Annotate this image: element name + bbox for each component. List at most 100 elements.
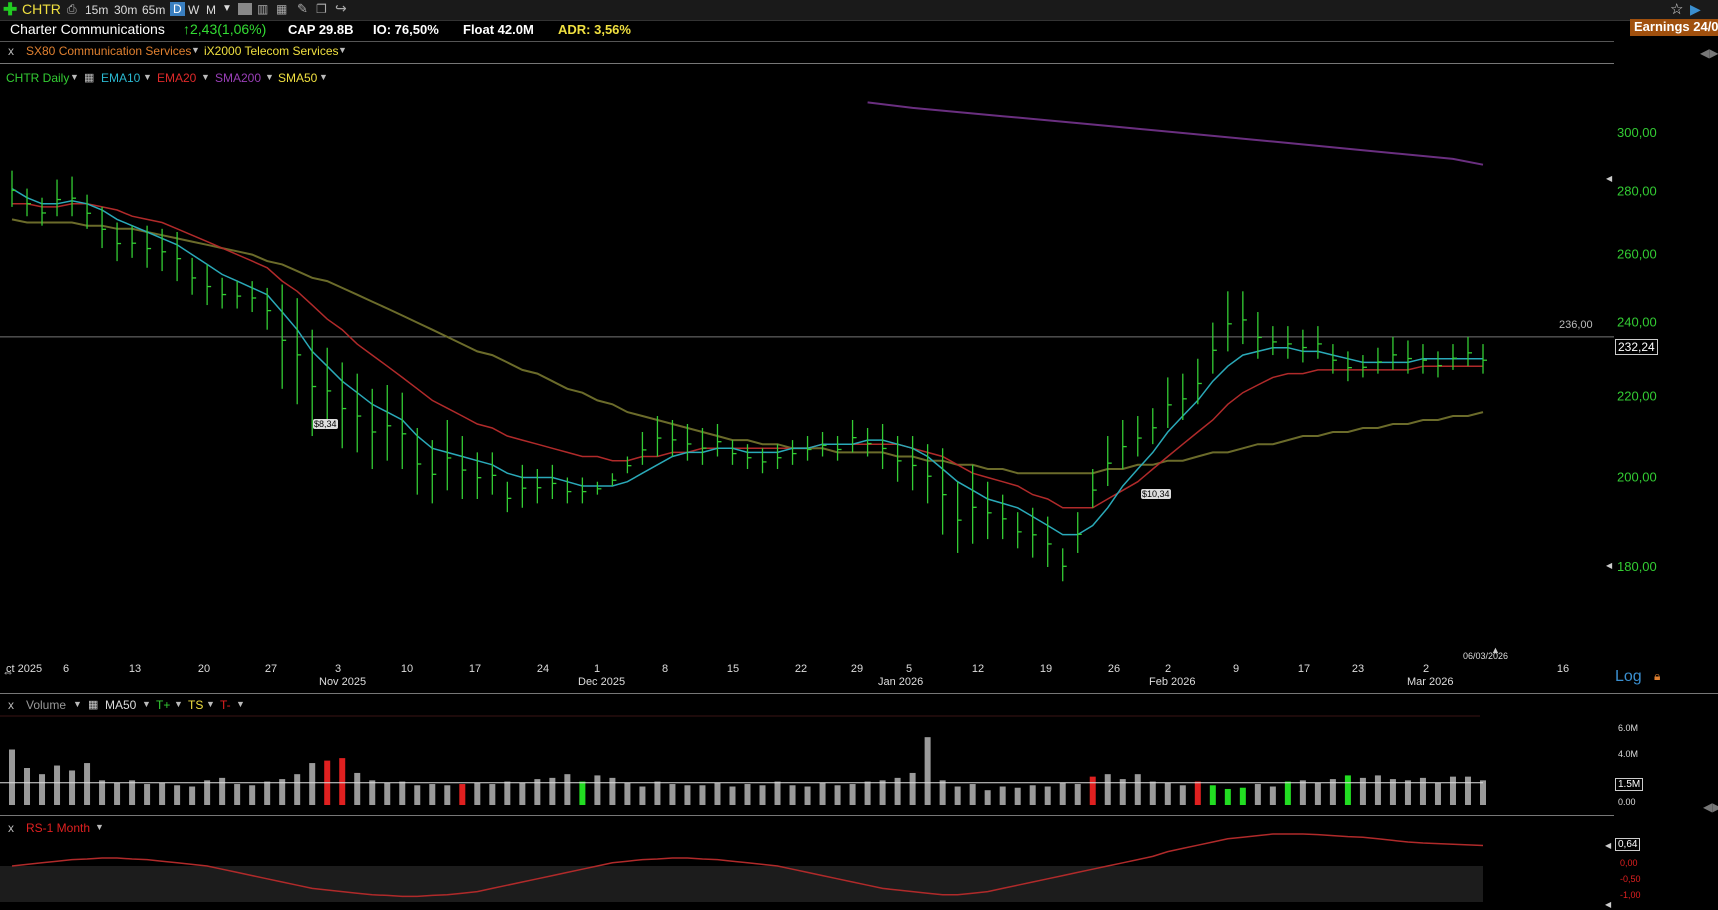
volume-bar	[804, 786, 811, 805]
volume-bar	[1104, 774, 1111, 805]
ma50-dropdown-icon[interactable]: ▼	[142, 699, 151, 709]
price-bar	[1467, 336, 1472, 367]
volume-bar	[954, 786, 961, 805]
price-axis-label: 180,00	[1617, 559, 1657, 574]
rs-axis-label: 0,00	[1620, 858, 1638, 868]
volume-bar	[24, 768, 31, 805]
volume-bar	[1314, 782, 1321, 805]
volume-bar	[129, 780, 136, 805]
rs-close-x[interactable]: x	[8, 821, 14, 835]
volume-bar	[684, 785, 691, 805]
volume-bar	[1209, 785, 1216, 805]
x-axis-day-label: 9	[1233, 663, 1239, 675]
x-axis-day-label: 6	[63, 663, 69, 675]
volume-bar	[609, 777, 616, 805]
volume-bar	[264, 781, 271, 805]
volume-expand-icon[interactable]: ◀▶	[1703, 800, 1718, 814]
volume-bar	[714, 782, 721, 805]
price-chart[interactable]: 300,00280,00260,00240,00220,00200,00180,…	[0, 0, 1718, 910]
volume-dropdown-icon[interactable]: ▼	[73, 699, 82, 709]
price-bar	[881, 423, 887, 470]
volume-bar	[339, 758, 346, 805]
price-bar	[56, 179, 62, 217]
volume-bar	[1434, 782, 1441, 805]
price-layer	[0, 101, 1614, 582]
rs-dropdown-icon[interactable]: ▼	[95, 822, 104, 832]
t-minus[interactable]: T-	[220, 698, 231, 712]
x-axis-day-label: 17	[469, 663, 481, 675]
t-plus-dropdown-icon[interactable]: ▼	[174, 699, 183, 709]
volume-ma50[interactable]: MA50	[105, 698, 136, 712]
zoom-arrows-icon[interactable]: ⇔	[2, 665, 14, 679]
expand-icon[interactable]: ◀▶	[1700, 46, 1718, 60]
price-bar	[1032, 507, 1037, 558]
price-bar	[596, 481, 602, 495]
sma50-line	[11, 218, 1484, 475]
price-bar	[326, 347, 332, 428]
ts[interactable]: TS	[188, 698, 203, 712]
volume-bar	[1029, 785, 1036, 805]
volume-bar	[1254, 784, 1261, 805]
price-bar	[506, 481, 512, 513]
price-bar	[251, 281, 257, 313]
volume-bar	[9, 749, 15, 805]
volume-title[interactable]: Volume	[26, 698, 66, 712]
volume-bar	[369, 780, 376, 805]
price-bar	[896, 436, 902, 482]
x-axis-day-label: 10	[401, 663, 413, 675]
volume-bar	[564, 774, 571, 805]
t-minus-dropdown-icon[interactable]: ▼	[236, 699, 245, 709]
last-price-label: 232,24	[1615, 339, 1658, 355]
price-bar	[236, 281, 242, 309]
price-bar	[1002, 494, 1007, 540]
annotation-low2: $10,34	[1141, 489, 1171, 499]
volume-close-x[interactable]: x	[8, 698, 14, 712]
log-scale-toggle[interactable]: Log	[1615, 668, 1642, 686]
volume-bar	[789, 785, 796, 805]
volume-bar	[384, 782, 391, 805]
price-bar	[716, 423, 722, 457]
price-bar	[1287, 326, 1292, 359]
volume-bar	[909, 772, 916, 805]
volume-bar	[744, 784, 751, 805]
price-bar	[641, 431, 647, 465]
volume-rs-divider	[0, 815, 1614, 816]
price-volume-divider	[0, 693, 1718, 694]
scroll-marker-icon[interactable]: ◀	[1606, 174, 1612, 183]
price-bar	[521, 464, 527, 508]
lock-icon[interactable]: 🔒︎	[1654, 669, 1660, 684]
price-bar	[1167, 377, 1172, 428]
x-axis-day-label: 13	[129, 663, 141, 675]
price-bar	[206, 264, 212, 306]
price-axis-label: 220,00	[1617, 389, 1657, 404]
volume-layer: 6.0M 4.0M 0.00	[0, 715, 1638, 807]
price-axis-label: 200,00	[1617, 469, 1657, 484]
price-bar	[851, 420, 857, 453]
volume-bar	[549, 777, 556, 805]
volume-bar	[924, 737, 931, 805]
price-bar	[731, 440, 737, 465]
volume-bar	[1464, 776, 1471, 805]
price-bar	[41, 197, 47, 226]
price-bar	[581, 477, 587, 504]
scroll-marker-icon[interactable]: ◀	[1606, 561, 1612, 570]
volume-bar	[1419, 777, 1426, 805]
price-bar	[1047, 516, 1052, 567]
rs-negative-band	[0, 866, 1483, 902]
rs-title[interactable]: RS-1 Month	[26, 821, 90, 835]
volume-bar	[1149, 781, 1156, 805]
volume-bar	[474, 782, 481, 805]
volume-grid-icon[interactable]: ▦	[88, 698, 98, 711]
price-bar	[71, 176, 77, 217]
price-bar	[551, 464, 557, 499]
price-bar	[1107, 436, 1112, 487]
volume-bar	[834, 785, 841, 805]
today-marker-icon: ▲	[1491, 645, 1500, 655]
t-plus[interactable]: T+	[156, 698, 170, 712]
x-axis-day-label: 5	[906, 663, 912, 675]
x-axis-month-label: Nov 2025	[319, 676, 366, 688]
rs-current-label: 0,64	[1615, 838, 1641, 851]
volume-bar	[504, 781, 511, 805]
x-axis: ct 2025 6 13 20 27 3 10 17 24 1 8 15 22 29 5 12 19 26 2 9 17…	[6, 663, 1569, 688]
ts-dropdown-icon[interactable]: ▼	[206, 699, 215, 709]
